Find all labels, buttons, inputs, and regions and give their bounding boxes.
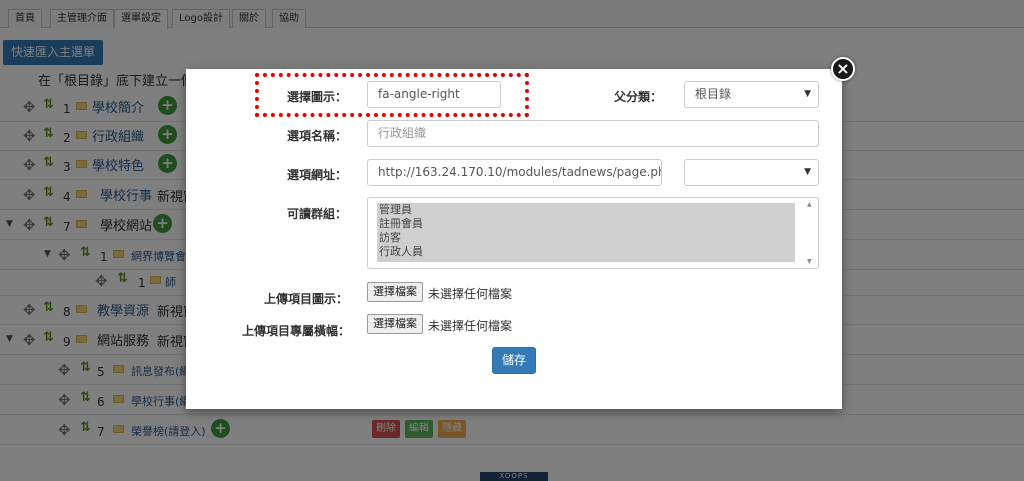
link-target-select[interactable]: ▼: [684, 159, 819, 186]
save-button[interactable]: 儲存: [492, 347, 536, 374]
group-option[interactable]: 訪客: [377, 231, 795, 245]
parent-category-label: 父分類：: [614, 90, 663, 104]
parent-category-value: 根目錄: [695, 87, 732, 101]
group-option[interactable]: 管理員: [377, 203, 795, 217]
close-icon[interactable]: ×: [831, 57, 855, 81]
chevron-down-icon: ▼: [804, 167, 811, 177]
item-url-label: 選項網址：: [287, 168, 348, 182]
group-option[interactable]: 行政人員: [377, 245, 795, 259]
parent-category-select[interactable]: 根目錄 ▼: [684, 81, 819, 108]
highlight-annotation: [255, 73, 529, 117]
read-groups-options: 管理員 註冊會員 訪客 行政人員: [377, 203, 795, 262]
icon-file-status: 未選擇任何檔案: [428, 287, 513, 301]
scroll-down-icon[interactable]: ▼: [807, 258, 812, 265]
scroll-up-icon[interactable]: ▲: [807, 201, 812, 208]
item-name-input[interactable]: 行政組織: [367, 120, 819, 147]
upload-icon-label: 上傳項目圖示：: [264, 292, 349, 306]
group-option[interactable]: 註冊會員: [377, 217, 795, 231]
banner-file-status: 未選擇任何檔案: [428, 319, 513, 333]
upload-banner-label: 上傳項目專屬橫幅：: [242, 324, 351, 338]
read-groups-listbox[interactable]: 管理員 註冊會員 訪客 行政人員 ▲ ▼: [367, 197, 819, 269]
chevron-down-icon: ▼: [804, 89, 811, 99]
choose-banner-file-button[interactable]: 選擇檔案: [367, 314, 423, 334]
item-url-input[interactable]: http://163.24.170.10/modules/tadnews/pag…: [367, 159, 662, 186]
item-name-label: 選項名稱：: [287, 129, 348, 143]
choose-icon-file-button[interactable]: 選擇檔案: [367, 282, 423, 302]
listbox-scrollbar[interactable]: ▲ ▼: [806, 201, 816, 265]
read-groups-label: 可讀群組：: [287, 207, 348, 221]
